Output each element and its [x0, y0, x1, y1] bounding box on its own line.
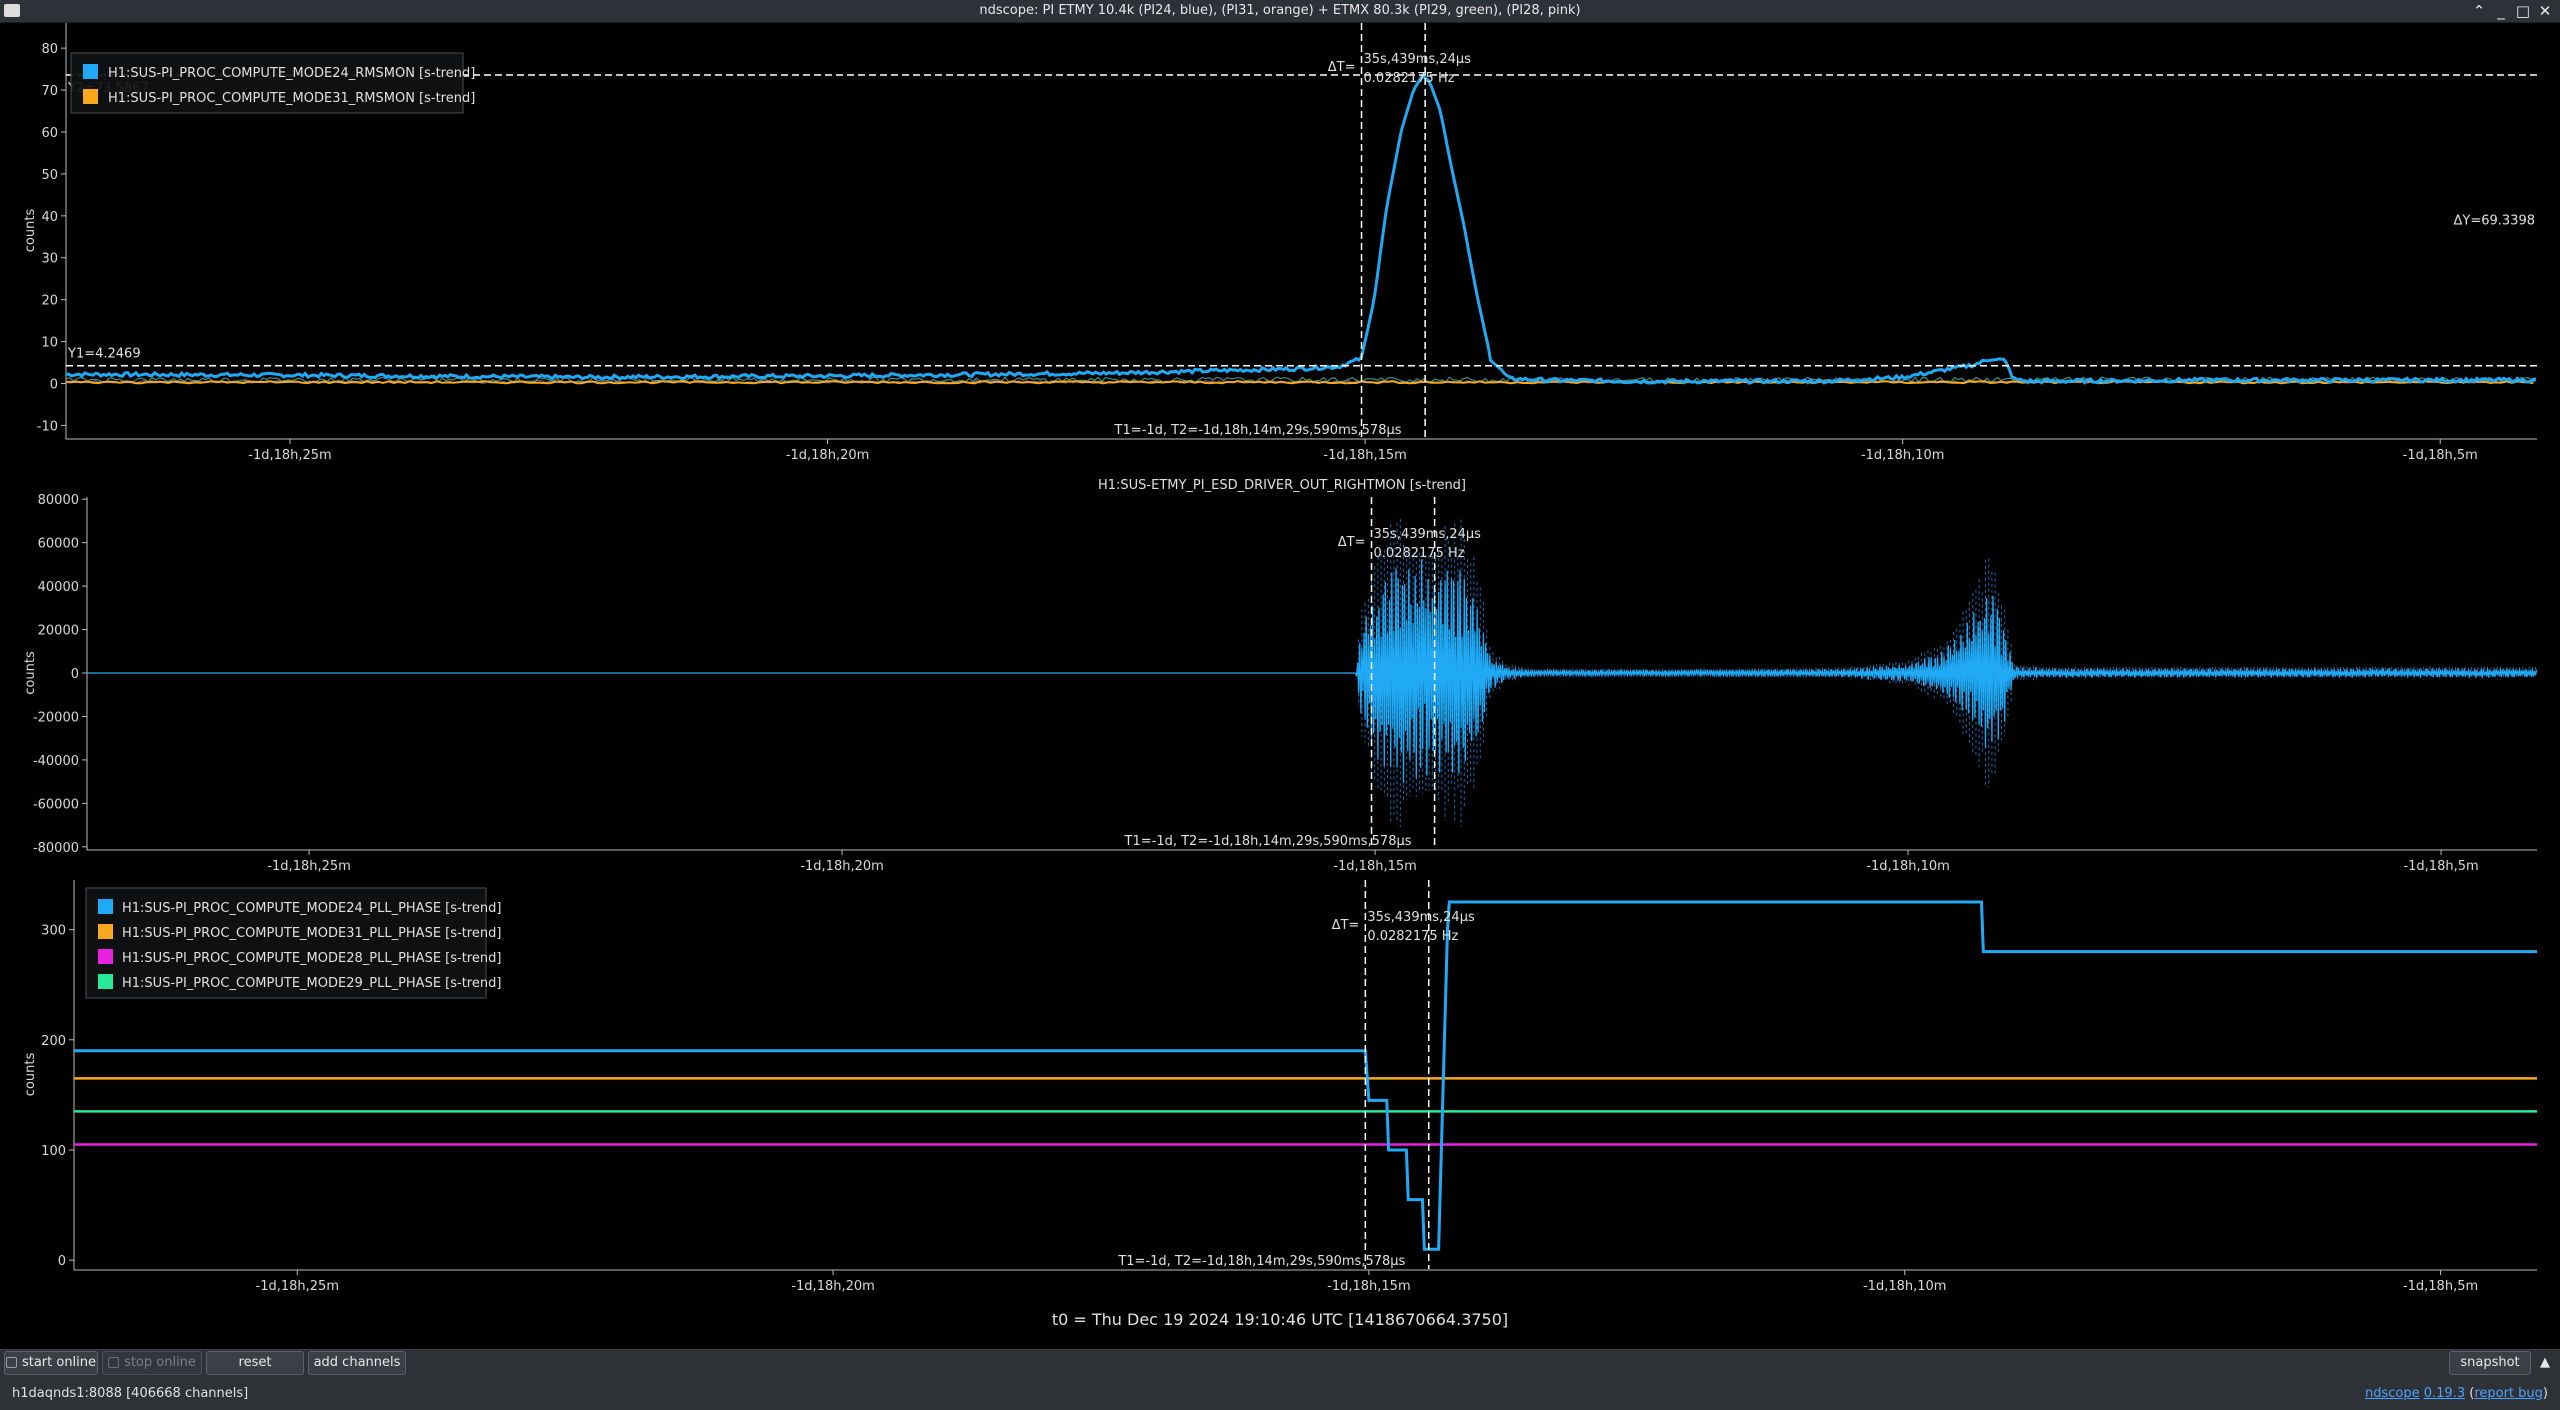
plot3-xtick-label: -1d,18h,5m — [2403, 1279, 2478, 1294]
plot1-ytick-label: 30 — [41, 252, 58, 267]
plot3-legend-swatch — [98, 924, 113, 939]
plot3-legend-entry: H1:SUS-PI_PROC_COMPUTE_MODE28_PLL_PHASE … — [122, 951, 501, 966]
plots-svg[interactable]: t0 = Thu Dec 19 2024 19:10:46 UTC [14186… — [0, 23, 2560, 1349]
plot2-ytick-label: 80000 — [38, 493, 79, 508]
plot1-legend-swatch — [83, 89, 98, 104]
plot2-series — [1354, 559, 2538, 784]
add-channels-button[interactable]: add channels — [308, 1351, 406, 1375]
window-titlebar: ndscope: PI ETMY 10.4k (PI24, blue), (PI… — [0, 0, 2560, 23]
minimize-icon[interactable]: _ — [2491, 1, 2511, 21]
plot3-xtick-label: -1d,18h,20m — [791, 1279, 874, 1294]
plot2-ytick-label: -60000 — [33, 797, 79, 812]
plot3-xtick-label: -1d,18h,15m — [1327, 1279, 1410, 1294]
delta-t-value: 35s,439ms,24µs — [1367, 910, 1475, 925]
plot1-ytick-label: 60 — [41, 126, 58, 141]
plot2-ytick-label: 40000 — [38, 580, 79, 595]
close-icon[interactable]: ✕ — [2535, 1, 2555, 21]
t-cursor-readout: T1=-1d, T2=-1d,18h,14m,29s,590ms,578µs — [1117, 1254, 1405, 1269]
plot1-legend-swatch — [83, 64, 98, 79]
plot1-series-blue — [65, 74, 2537, 386]
ndscope-link[interactable]: ndscope — [2365, 1386, 2420, 1401]
plot1-xtick-label: -1d,18h,20m — [786, 448, 869, 463]
plot3-ytick-label: 100 — [41, 1144, 66, 1159]
delta-t-value: 35s,439ms,24µs — [1364, 52, 1472, 67]
plot2-ylabel: counts — [23, 651, 38, 695]
report-bug-link[interactable]: report bug — [2474, 1386, 2543, 1401]
stop-online-button: stop online — [102, 1351, 202, 1375]
plot3-xtick-label: -1d,18h,10m — [1863, 1279, 1946, 1294]
delta-t-frequency: 0.0282175 Hz — [1364, 71, 1455, 86]
plot1-ytick-label: 10 — [41, 336, 58, 351]
plot1-delta-y-label: ΔY=69.3398 — [2454, 213, 2536, 228]
plot1-ytick-label: 50 — [41, 168, 58, 183]
plot1-ytick-label: 80 — [41, 42, 58, 57]
delta-t-frequency: 0.0282175 Hz — [1367, 929, 1458, 944]
plot1-legend-entry: H1:SUS-PI_PROC_COMPUTE_MODE24_RMSMON [s-… — [108, 66, 475, 81]
t-cursor-readout: T1=-1d, T2=-1d,18h,14m,29s,590ms,578µs — [1124, 834, 1412, 849]
plot3-legend-entry: H1:SUS-PI_PROC_COMPUTE_MODE31_PLL_PHASE … — [122, 926, 501, 941]
plot2-ytick-label: 20000 — [38, 624, 79, 639]
plot1-xtick-label: -1d,18h,15m — [1323, 448, 1406, 463]
delta-t-label: ΔT= — [1332, 918, 1360, 933]
version-link[interactable]: 0.19.3 — [2424, 1386, 2465, 1401]
plot1-ytick-label: 40 — [41, 210, 58, 225]
plot1-ytick-label: 0 — [50, 378, 58, 393]
snapshot-button[interactable]: snapshot — [2449, 1351, 2531, 1375]
plot2-ytick-label: -40000 — [33, 754, 79, 769]
plot1-y1-label: Y1=4.2469 — [67, 347, 141, 362]
plot3-legend-entry: H1:SUS-PI_PROC_COMPUTE_MODE29_PLL_PHASE … — [122, 976, 501, 991]
plot3-ytick-label: 0 — [58, 1254, 66, 1269]
reset-button[interactable]: reset — [206, 1351, 304, 1375]
plot-area: t0 = Thu Dec 19 2024 19:10:46 UTC [14186… — [0, 23, 2560, 1349]
plot3-ylabel: counts — [23, 1053, 38, 1097]
t0-label: t0 = Thu Dec 19 2024 19:10:46 UTC [14186… — [1052, 1310, 1508, 1329]
plot2-xtick-label: -1d,18h,15m — [1333, 859, 1416, 874]
plot3-legend-swatch — [98, 974, 113, 989]
plot2-xtick-label: -1d,18h,5m — [2403, 859, 2478, 874]
delta-t-label: ΔT= — [1328, 60, 1356, 75]
plot1-xtick-label: -1d,18h,5m — [2403, 448, 2478, 463]
plot3-legend-swatch — [98, 899, 113, 914]
plot1-xtick-label: -1d,18h,25m — [248, 448, 331, 463]
chevron-up-icon[interactable]: ▲ — [2536, 1353, 2554, 1373]
t-cursor-readout: T1=-1d, T2=-1d,18h,14m,29s,590ms,578µs — [1114, 423, 1402, 438]
plot2-xtick-label: -1d,18h,25m — [267, 859, 350, 874]
plot3-ytick-label: 200 — [41, 1034, 66, 1049]
server-status: h1daqnds1:8088 [406668 channels] — [12, 1386, 249, 1401]
plot3-xtick-label: -1d,18h,25m — [256, 1279, 339, 1294]
plot2-xtick-label: -1d,18h,10m — [1866, 859, 1949, 874]
plot2-title: H1:SUS-ETMY_PI_ESD_DRIVER_OUT_RIGHTMON [… — [1098, 478, 1466, 493]
plot1-ylabel: counts — [23, 209, 38, 253]
plot3-legend-entry: H1:SUS-PI_PROC_COMPUTE_MODE24_PLL_PHASE … — [122, 901, 501, 916]
play-icon — [5, 1357, 17, 1368]
plot1-ytick-label: 70 — [41, 84, 58, 99]
plot2-ytick-label: 60000 — [38, 537, 79, 552]
plot3-ytick-label: 300 — [41, 924, 66, 939]
version-info: ndscope 0.19.3 (report bug) — [2364, 1386, 2548, 1401]
keep-above-icon[interactable]: ⌃ — [2469, 1, 2489, 21]
plot2-xtick-label: -1d,18h,20m — [800, 859, 883, 874]
window-title: ndscope: PI ETMY 10.4k (PI24, blue), (PI… — [979, 3, 1581, 18]
delta-t-value: 35s,439ms,24µs — [1374, 527, 1482, 542]
plot2-ytick-label: 0 — [71, 667, 79, 682]
start-online-button[interactable]: start online — [4, 1351, 98, 1375]
delta-t-frequency: 0.0282175 Hz — [1374, 546, 1465, 561]
plot1-ytick-label: -10 — [37, 419, 58, 434]
stop-icon — [108, 1357, 120, 1368]
plot2-ytick-label: -80000 — [33, 841, 79, 856]
plot3-legend-swatch — [98, 949, 113, 964]
plot2-ytick-label: -20000 — [33, 710, 79, 725]
plot1-legend-entry: H1:SUS-PI_PROC_COMPUTE_MODE31_RMSMON [s-… — [108, 91, 475, 106]
maximize-icon[interactable]: □ — [2513, 1, 2533, 21]
plot1-xtick-label: -1d,18h,10m — [1861, 448, 1944, 463]
delta-t-label: ΔT= — [1338, 535, 1366, 550]
plot1-ytick-label: 20 — [41, 294, 58, 309]
